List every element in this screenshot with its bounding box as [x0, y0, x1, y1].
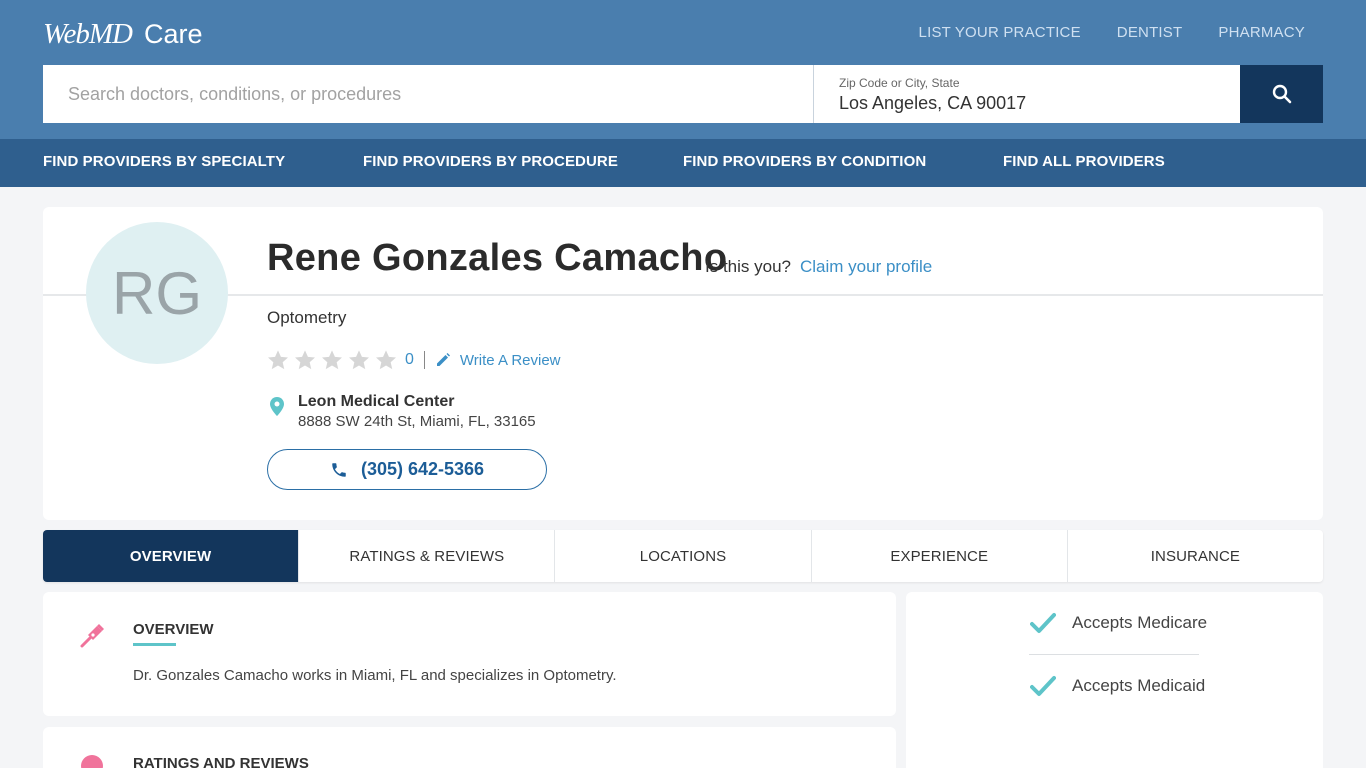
location-name[interactable]: Leon Medical Center	[298, 393, 454, 411]
header-divider	[43, 294, 1323, 296]
insurance-divider	[1029, 654, 1199, 655]
nav-find-by-condition[interactable]: FIND PROVIDERS BY CONDITION	[683, 153, 926, 170]
logo-care-text: Care	[143, 19, 203, 49]
star-icon	[322, 350, 342, 370]
overview-title-underline	[133, 643, 176, 646]
checkmark-icon	[1030, 613, 1056, 633]
logo-webmd-text: WebMD	[43, 18, 133, 50]
overview-title: OVERVIEW	[133, 621, 214, 638]
nav-find-by-specialty[interactable]: FIND PROVIDERS BY SPECIALTY	[43, 153, 285, 170]
accepts-medicare-row: Accepts Medicare	[1030, 612, 1207, 634]
star-icon	[349, 350, 369, 370]
ratings-reviews-title: RATINGS AND REVIEWS	[133, 755, 309, 768]
tab-ratings-reviews[interactable]: RATINGS & REVIEWS	[299, 530, 556, 582]
avatar: RG	[86, 222, 228, 364]
accepts-medicaid-row: Accepts Medicaid	[1030, 675, 1205, 697]
call-phone-button[interactable]: (305) 642-5366	[267, 449, 547, 490]
location-pin-icon	[270, 397, 284, 416]
location-input[interactable]	[839, 93, 1219, 114]
star-icon	[376, 350, 396, 370]
ratings-icon	[81, 755, 103, 768]
phone-icon	[332, 462, 346, 477]
overview-text: Dr. Gonzales Camacho works in Miami, FL …	[133, 667, 617, 684]
location-address: 8888 SW 24th St, Miami, FL, 33165	[298, 413, 536, 430]
provider-profile-card: RG Rene Gonzales Camacho Is this you? Cl…	[43, 207, 1323, 520]
provider-specialty: Optometry	[267, 308, 347, 327]
ratings-reviews-card: RATINGS AND REVIEWS	[43, 727, 896, 768]
rating-separator	[423, 351, 425, 369]
webmd-care-logo[interactable]: WebMD Care	[43, 18, 203, 51]
provider-nav: FIND PROVIDERS BY SPECIALTY FIND PROVIDE…	[0, 139, 1366, 187]
write-review-link[interactable]: Write A Review	[435, 352, 561, 369]
location-field-label: Zip Code or City, State	[839, 76, 960, 90]
pharmacy-link[interactable]: PHARMACY	[1218, 24, 1305, 41]
pen-nib-icon	[80, 624, 104, 648]
nav-find-all-providers[interactable]: FIND ALL PROVIDERS	[1003, 153, 1165, 170]
top-links: LIST YOUR PRACTICE DENTIST PHARMACY	[919, 24, 1305, 41]
pencil-icon	[436, 353, 450, 366]
site-header: WebMD Care LIST YOUR PRACTICE DENTIST PH…	[0, 0, 1366, 139]
is-this-you-text: Is this you?	[705, 257, 791, 276]
star-icon	[295, 350, 315, 370]
dentist-link[interactable]: DENTIST	[1117, 24, 1183, 41]
search-icon	[1272, 84, 1291, 104]
accepts-medicaid-label: Accepts Medicaid	[1072, 676, 1206, 695]
tab-insurance[interactable]: INSURANCE	[1068, 530, 1323, 582]
accepts-medicare-label: Accepts Medicare	[1072, 613, 1208, 632]
checkmark-icon	[1030, 676, 1056, 696]
overview-card: OVERVIEW Dr. Gonzales Camacho works in M…	[43, 592, 896, 716]
write-review-label: Write A Review	[459, 351, 561, 369]
provider-name: Rene Gonzales Camacho	[267, 237, 728, 279]
rating-row: 0 Write A Review	[267, 349, 561, 371]
insurance-summary-card: Accepts Medicare Accepts Medicaid	[906, 592, 1323, 768]
tab-locations[interactable]: LOCATIONS	[555, 530, 812, 582]
search-bar: Zip Code or City, State	[43, 65, 1323, 123]
search-button[interactable]	[1240, 65, 1323, 123]
tab-overview[interactable]: OVERVIEW	[43, 530, 300, 582]
tab-experience[interactable]: EXPERIENCE	[812, 530, 1068, 582]
list-your-practice-link[interactable]: LIST YOUR PRACTICE	[919, 24, 1081, 41]
claim-profile-link[interactable]: Claim your profile	[800, 257, 932, 277]
phone-number: (305) 642-5366	[360, 459, 485, 479]
profile-tabs: OVERVIEW RATINGS & REVIEWS LOCATIONS EXP…	[43, 530, 1323, 582]
star-icon	[268, 350, 288, 370]
search-input[interactable]	[43, 65, 814, 123]
location-field[interactable]: Zip Code or City, State	[814, 65, 1240, 123]
rating-count[interactable]: 0	[405, 351, 414, 369]
nav-find-by-procedure[interactable]: FIND PROVIDERS BY PROCEDURE	[363, 153, 618, 170]
